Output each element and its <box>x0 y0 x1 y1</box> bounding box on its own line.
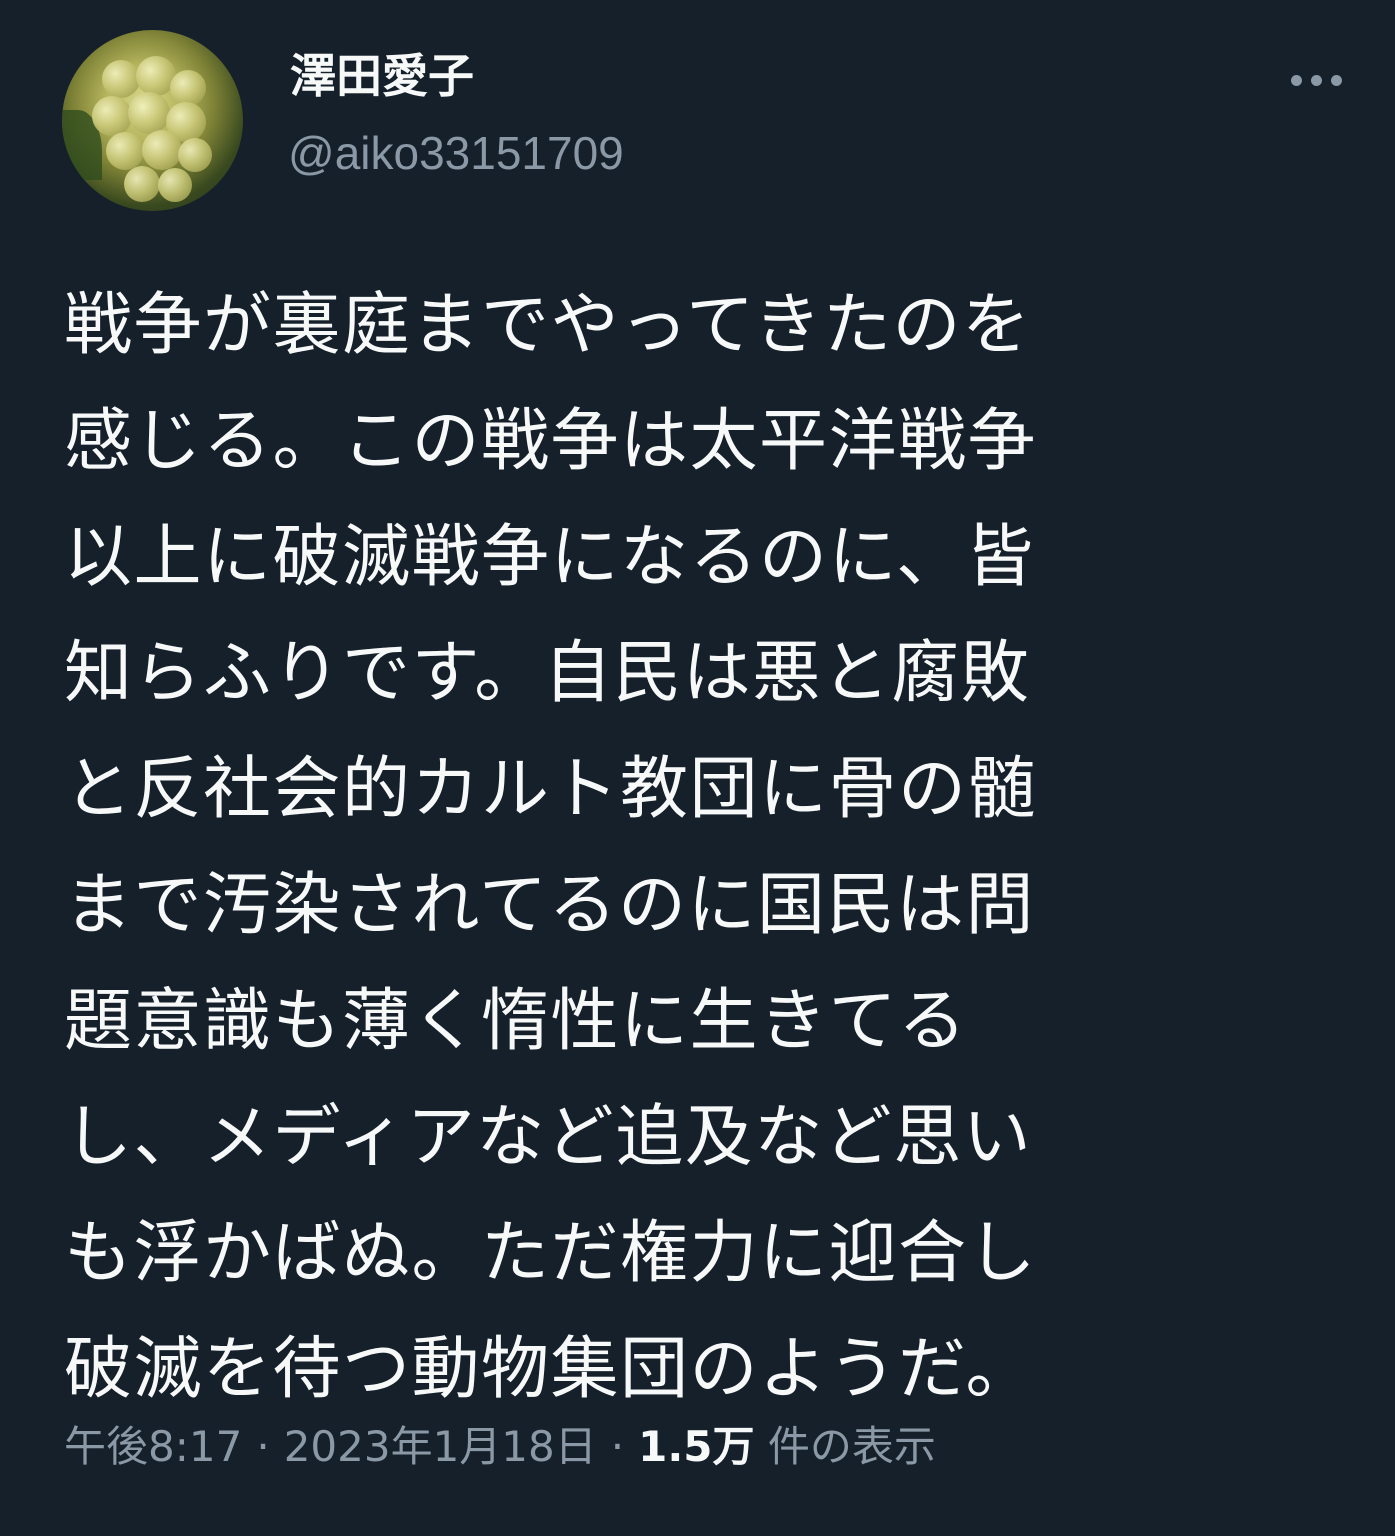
avatar-grape <box>92 96 132 136</box>
tweet-text: 戦争が裏庭までやってきたのを 感じる。この戦争は太平洋戦争 以上に破滅戦争になる… <box>64 268 1279 1428</box>
meta-separator: · <box>256 1422 270 1471</box>
avatar-grape <box>178 138 212 172</box>
tweet-text-line: 題意識も薄く惰性に生きてる <box>64 982 968 1061</box>
avatar-grape <box>106 132 144 170</box>
more-horizontal-icon <box>1330 74 1342 86</box>
tweet-text-line: 戦争が裏庭までやってきたのを <box>64 286 1032 365</box>
tweet-text-line: 感じる。この戦争は太平洋戦争 <box>64 402 1038 481</box>
tweet-text-line: まで汚染されてるのに国民は問 <box>64 866 1035 945</box>
avatar-grape <box>158 168 192 202</box>
tweet-text-line: 破滅を待つ動物集団のようだ。 <box>64 1330 1035 1409</box>
more-horizontal-icon <box>1310 74 1322 86</box>
more-horizontal-icon <box>1290 74 1302 86</box>
avatar-grape <box>102 60 140 98</box>
tweet-text-line: と反社会的カルト教団に骨の髄 <box>64 750 1038 829</box>
more-options-button[interactable] <box>1278 56 1354 104</box>
tweet-text-line: 知らふりです。自民は悪と腐敗 <box>64 634 1031 713</box>
views-count[interactable]: 1.5万 <box>638 1422 754 1471</box>
tweet-text-line: も浮かばぬ。ただ権力に迎合し <box>64 1214 1038 1293</box>
tweet-text-line: し、メディアなど追及など思い <box>64 1098 1033 1177</box>
meta-separator: · <box>610 1422 625 1471</box>
views-label: 件の表示 <box>767 1422 936 1471</box>
avatar-grape <box>170 70 206 106</box>
avatar[interactable] <box>62 30 243 211</box>
tweet-metadata: 午後8:17 · 2023年1月18日 · 1.5万 件の表示 <box>64 1415 936 1479</box>
author-handle[interactable]: @aiko33151709 <box>288 122 624 184</box>
tweet-time[interactable]: 午後8:17 <box>64 1422 242 1471</box>
avatar-grape <box>124 166 160 202</box>
tweet-date[interactable]: 2023年1月18日 <box>284 1422 597 1471</box>
avatar-grape <box>128 92 170 134</box>
author-display-name[interactable]: 澤田愛子 <box>290 44 474 108</box>
tweet-text-line: 以上に破滅戦争になるのに、皆 <box>64 518 1035 597</box>
avatar-grape <box>142 130 182 170</box>
tweet-card: 澤田愛子 @aiko33151709 戦争が裏庭までやってきたのを 感じる。この… <box>0 0 1395 1536</box>
